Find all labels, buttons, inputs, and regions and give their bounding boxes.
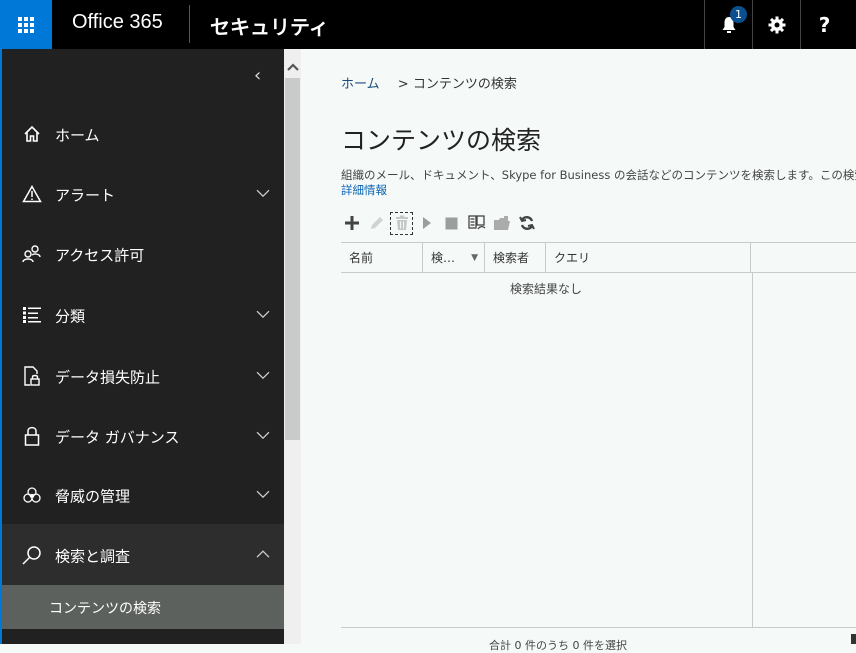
sidebar-item-label: 分類 <box>55 307 86 326</box>
document-lock-icon <box>22 366 42 386</box>
sidebar-nav: ‹ ホーム アラート アクセス許可 分類 データ損失防止 データ ガバナンス 脅… <box>0 49 284 644</box>
sidebar-item-label: 脅威の管理 <box>55 487 131 506</box>
page-title: コンテンツの検索 <box>341 126 542 155</box>
column-header-searcher[interactable]: 検索者 <box>485 243 546 273</box>
sort-dropdown-icon[interactable]: ▼ <box>471 243 478 273</box>
sidebar-item-label: アラート <box>55 186 116 205</box>
breadcrumb-separator: > <box>397 77 409 92</box>
alert-icon <box>22 184 42 204</box>
people-icon <box>22 244 42 264</box>
export-button[interactable] <box>489 211 514 236</box>
app-launcher-button[interactable] <box>0 0 52 49</box>
no-results-message: 検索結果なし <box>509 282 582 296</box>
sidebar-item-data-governance[interactable]: データ ガバナンス <box>2 406 284 466</box>
settings-button[interactable] <box>752 0 800 49</box>
scroll-thumb[interactable] <box>285 78 300 440</box>
biohazard-icon <box>22 485 42 505</box>
sidebar-item-search-investigation[interactable]: 検索と調査 <box>2 524 284 585</box>
sidebar-subitem-label: コンテンツの検索 <box>49 601 161 617</box>
learn-more-link[interactable]: 詳細情報 <box>341 182 387 198</box>
header-divider <box>189 5 190 43</box>
sidebar-item-permissions[interactable]: アクセス許可 <box>2 224 284 284</box>
help-button[interactable]: ? <box>800 0 848 49</box>
chevron-down-icon <box>256 427 270 443</box>
sidebar-scrollbar[interactable] <box>284 49 301 644</box>
main-content: ホーム > コンテンツの検索 コンテンツの検索 組織のメール、ドキュメント、Sk… <box>301 49 856 652</box>
sidebar-item-home[interactable]: ホーム <box>2 104 284 164</box>
results-table-header: 名前 検… ▼ 検索者 クエリ <box>341 242 856 273</box>
sidebar-item-label: データ損失防止 <box>55 368 161 387</box>
sidebar-item-alerts[interactable]: アラート <box>2 164 284 224</box>
trash-icon <box>395 215 408 230</box>
chevron-down-icon <box>256 367 270 383</box>
preview-button[interactable] <box>464 211 489 236</box>
stop-button[interactable] <box>439 211 464 236</box>
column-header-label: 名前 <box>349 251 374 265</box>
sidebar-item-label: データ ガバナンス <box>55 428 180 447</box>
plus-icon <box>344 216 359 230</box>
pane-edge-marker <box>851 634 856 644</box>
sidebar-item-label: ホーム <box>55 126 100 145</box>
details-pane-divider <box>752 273 753 627</box>
edit-button[interactable] <box>364 211 389 236</box>
search-icon <box>22 545 42 565</box>
notification-badge: 1 <box>730 6 747 23</box>
breadcrumb: ホーム > コンテンツの検索 <box>341 73 517 92</box>
sidebar-item-classification[interactable]: 分類 <box>2 285 284 345</box>
folder-export-icon <box>493 216 510 230</box>
app-title: セキュリティ <box>210 15 329 39</box>
chevron-up-icon <box>286 63 299 71</box>
home-icon <box>22 124 42 144</box>
chevron-down-icon <box>256 306 270 322</box>
gear-icon <box>768 16 785 33</box>
sidebar-item-dlp[interactable]: データ損失防止 <box>2 346 284 406</box>
add-button[interactable] <box>339 211 364 236</box>
waffle-icon <box>18 16 34 33</box>
office-365-brand[interactable]: Office 365 <box>72 11 163 34</box>
chevron-left-icon: ‹ <box>254 65 262 86</box>
refresh-icon <box>518 216 535 230</box>
chevron-up-icon <box>256 546 270 562</box>
pencil-icon <box>370 217 383 229</box>
breadcrumb-current: コンテンツの検索 <box>412 77 517 92</box>
sidebar-item-label: 検索と調査 <box>55 547 131 566</box>
selection-count: 合計 0 件のうち 0 件を選択 <box>489 639 627 652</box>
column-header-label: 検索者 <box>493 251 530 265</box>
collapse-nav-button[interactable]: ‹ <box>254 65 261 86</box>
play-icon <box>422 217 431 229</box>
top-bar: Office 365 セキュリティ 1 ? <box>0 0 856 49</box>
preview-icon <box>467 215 485 230</box>
stop-icon <box>445 217 458 229</box>
sidebar-item-threat-management[interactable]: 脅威の管理 <box>2 465 284 525</box>
start-button[interactable] <box>414 211 439 236</box>
column-header-search[interactable]: 検… ▼ <box>423 243 485 273</box>
sidebar-item-label: アクセス許可 <box>55 246 145 265</box>
sidebar-subitem-content-search[interactable]: コンテンツの検索 <box>2 585 284 629</box>
lock-icon <box>22 426 42 446</box>
breadcrumb-home-link[interactable]: ホーム <box>341 77 380 92</box>
delete-button[interactable] <box>389 211 414 236</box>
column-header-label: 検… <box>431 251 456 265</box>
refresh-button[interactable] <box>514 211 539 236</box>
page-description: 組織のメール、ドキュメント、Skype for Business の会話などのコ… <box>341 168 856 182</box>
notifications-button[interactable]: 1 <box>704 0 752 49</box>
column-header-name[interactable]: 名前 <box>341 243 423 273</box>
column-header-query[interactable]: クエリ <box>546 243 751 273</box>
list-icon <box>22 305 42 325</box>
chevron-down-icon <box>256 486 270 502</box>
table-footer-divider <box>341 627 856 628</box>
column-header-label: クエリ <box>554 251 591 265</box>
help-icon: ? <box>818 12 831 37</box>
chevron-down-icon <box>256 185 270 201</box>
scroll-up-button[interactable] <box>284 59 301 75</box>
toolbar <box>339 209 539 237</box>
